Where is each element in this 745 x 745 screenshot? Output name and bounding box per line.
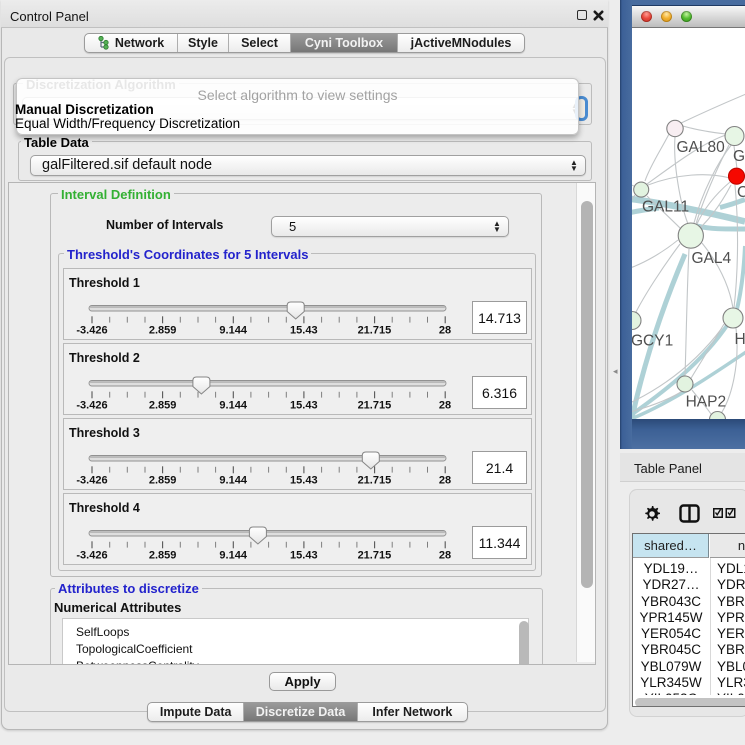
svg-text:2.859: 2.859	[149, 400, 177, 412]
svg-text:28: 28	[439, 400, 451, 412]
svg-text:28: 28	[439, 325, 451, 337]
svg-text:2.859: 2.859	[149, 475, 177, 487]
svg-text:21.715: 21.715	[358, 325, 392, 337]
svg-text:9.144: 9.144	[219, 475, 247, 487]
svg-text:GAL3: GAL3	[733, 148, 745, 165]
svg-text:9.144: 9.144	[219, 325, 247, 337]
svg-text:-3.426: -3.426	[76, 400, 107, 412]
svg-text:21.715: 21.715	[358, 400, 392, 412]
svg-text:GAL80: GAL80	[677, 139, 726, 156]
svg-text:GAL4: GAL4	[692, 250, 732, 267]
svg-text:2.859: 2.859	[149, 550, 177, 562]
svg-text:-3.426: -3.426	[76, 475, 107, 487]
svg-text:9.144: 9.144	[219, 400, 247, 412]
svg-text:CDC3: CDC3	[737, 184, 745, 201]
svg-text:15.43: 15.43	[290, 400, 318, 412]
svg-text:-3.426: -3.426	[76, 550, 107, 562]
svg-text:21.715: 21.715	[358, 550, 392, 562]
svg-text:15.43: 15.43	[290, 550, 318, 562]
svg-text:2.859: 2.859	[149, 325, 177, 337]
svg-text:28: 28	[439, 550, 451, 562]
svg-text:15.43: 15.43	[290, 475, 318, 487]
svg-text:28: 28	[439, 475, 451, 487]
svg-text:21.715: 21.715	[358, 475, 392, 487]
svg-text:GAL11: GAL11	[642, 199, 689, 216]
svg-text:-3.426: -3.426	[76, 325, 107, 337]
svg-text:9.144: 9.144	[219, 550, 247, 562]
svg-text:15.43: 15.43	[290, 325, 318, 337]
svg-text:HAP2: HAP2	[686, 394, 727, 411]
svg-text:HAP4: HAP4	[735, 331, 745, 348]
svg-text:GCY1: GCY1	[632, 333, 673, 350]
